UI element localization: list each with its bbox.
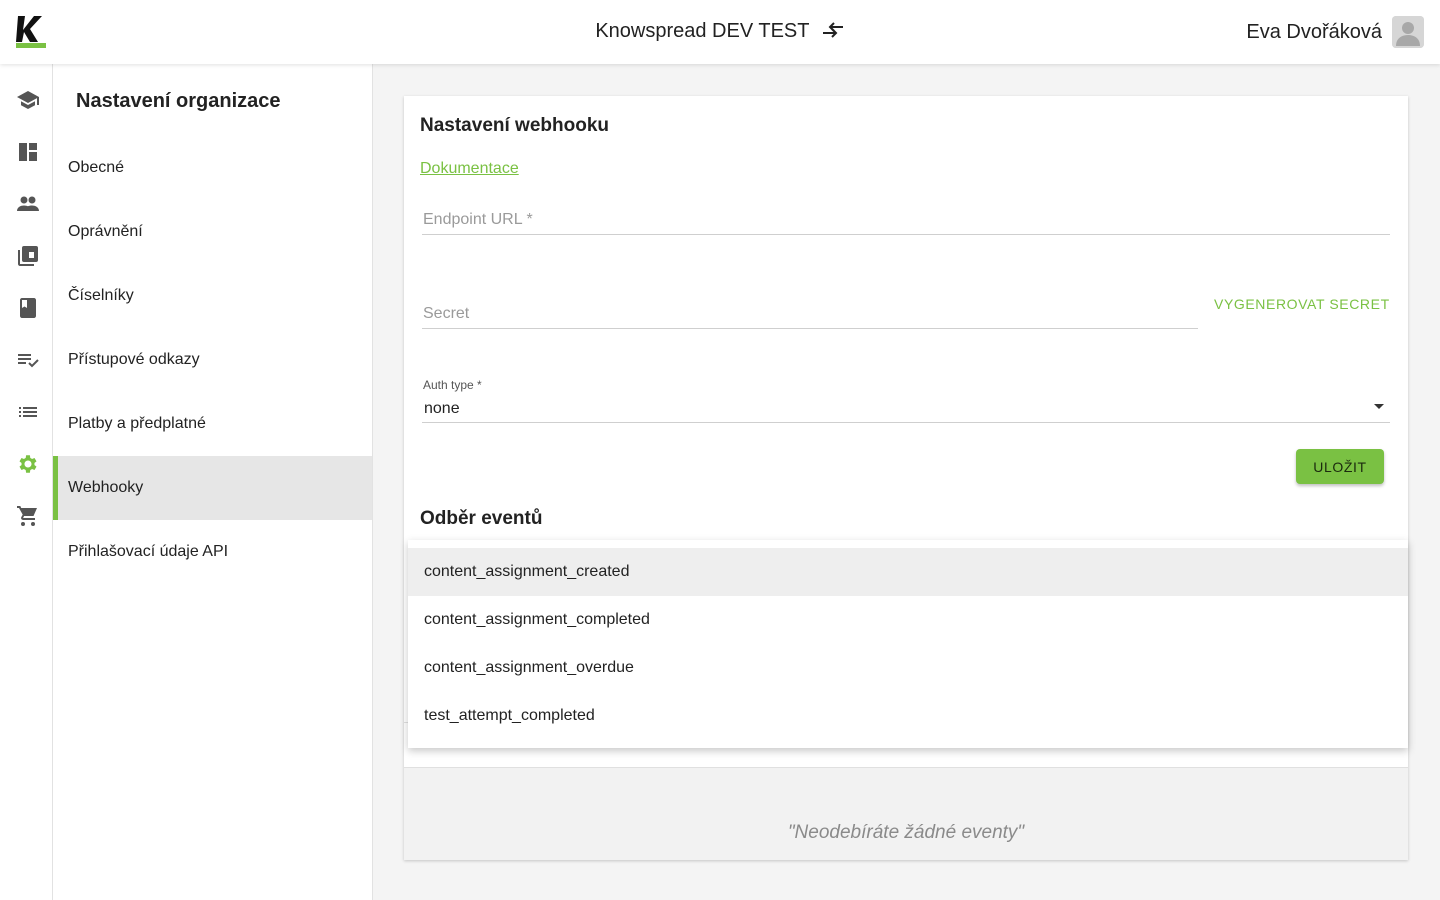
endpoint-url-placeholder: Endpoint URL *	[423, 211, 533, 228]
dashboard-icon[interactable]	[16, 140, 40, 164]
documentation-link[interactable]: Dokumentace	[420, 160, 519, 178]
dropdown-option[interactable]: content_assignment_completed	[408, 596, 1408, 644]
organization-switcher[interactable]: Knowspread DEV TEST	[0, 20, 1440, 43]
event-subscription-title: Odběr eventů	[420, 508, 543, 529]
event-select-dropdown: content_assignment_created content_assig…	[408, 540, 1408, 748]
save-button[interactable]: ULOŽIT	[1296, 449, 1384, 484]
cart-icon[interactable]	[16, 504, 40, 528]
auth-type-value: none	[424, 400, 460, 417]
auth-type-select[interactable]: Auth type * none	[422, 378, 1390, 423]
subnav-item-general[interactable]: Obecné	[53, 136, 372, 200]
dropdown-option[interactable]: content_assignment_created	[408, 548, 1408, 596]
school-icon[interactable]	[16, 88, 40, 112]
subnav-title: Nastavení organizace	[76, 90, 281, 112]
dropdown-option[interactable]: test_attempt_completed	[408, 692, 1408, 740]
playlist-check-icon[interactable]	[16, 348, 40, 372]
avatar[interactable]	[1392, 16, 1424, 48]
chevron-down-icon	[1374, 404, 1384, 409]
endpoint-url-input[interactable]: Endpoint URL *	[422, 206, 1390, 235]
settings-icon[interactable]	[16, 452, 40, 476]
subnav-item-webhooks[interactable]: Webhooky	[53, 456, 372, 520]
empty-state-text: "Neodebíráte žádné eventy"	[787, 822, 1025, 843]
icon-rail	[0, 64, 53, 900]
people-icon[interactable]	[16, 192, 40, 216]
secret-placeholder: Secret	[423, 305, 470, 322]
library-icon[interactable]	[16, 244, 40, 268]
subnav-item-api-credentials[interactable]: Přihlašovací údaje API	[53, 520, 372, 584]
settings-subnav: Nastavení organizace Obecné Oprávnění Čí…	[53, 64, 373, 900]
book-icon[interactable]	[16, 296, 40, 320]
top-bar: Knowspread DEV TEST Eva Dvořáková	[0, 0, 1440, 64]
webhook-settings-title: Nastavení webhooku	[420, 115, 609, 136]
auth-type-label: Auth type *	[423, 378, 482, 392]
secret-input[interactable]: Secret	[422, 300, 1198, 329]
generate-secret-button[interactable]: VYGENEROVAT SECRET	[1214, 296, 1390, 312]
subnav-item-payments[interactable]: Platby a předplatné	[53, 392, 372, 456]
events-empty-state: "Neodebíráte žádné eventy"	[404, 768, 1408, 860]
switch-arrows-icon	[821, 20, 845, 40]
user-name[interactable]: Eva Dvořáková	[1246, 21, 1382, 44]
person-icon	[1392, 16, 1424, 48]
subnav-item-permissions[interactable]: Oprávnění	[53, 200, 372, 264]
organization-name: Knowspread DEV TEST	[595, 20, 810, 42]
subnav-item-codebooks[interactable]: Číselníky	[53, 264, 372, 328]
dropdown-option[interactable]: content_assignment_overdue	[408, 644, 1408, 692]
list-icon[interactable]	[16, 400, 40, 424]
subnav-item-access-links[interactable]: Přístupové odkazy	[53, 328, 372, 392]
